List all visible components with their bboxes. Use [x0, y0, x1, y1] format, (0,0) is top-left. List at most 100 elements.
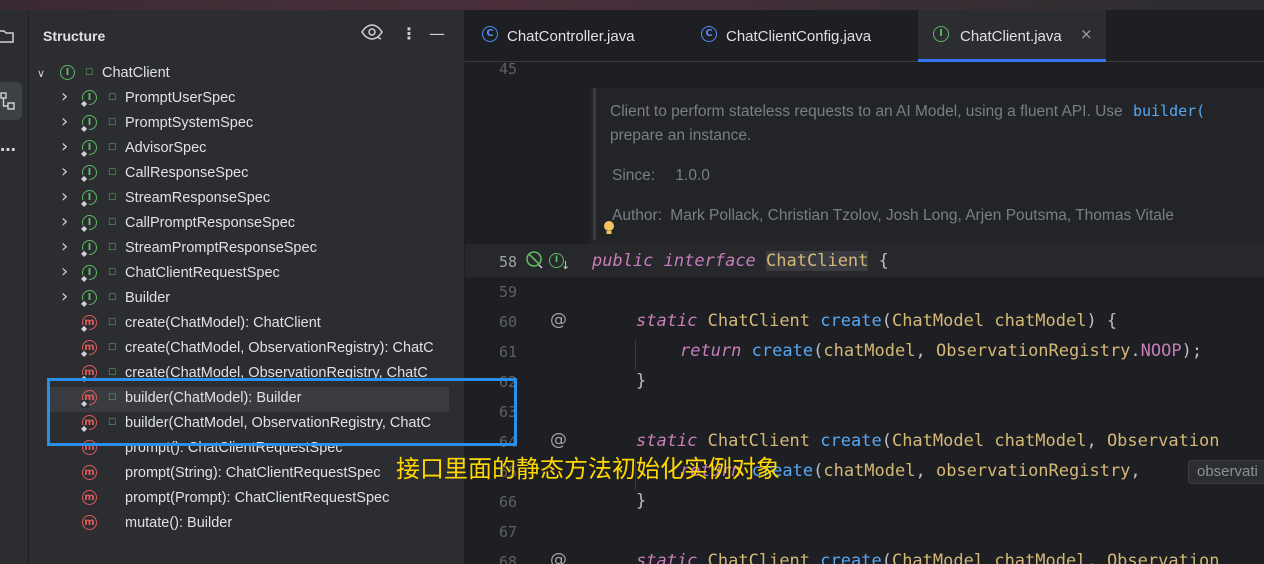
- chevron-right-icon[interactable]: ›: [61, 286, 68, 307]
- tree-item-method[interactable]: m ◆ ☐ create(ChatModel, ObservationRegistry…: [29, 337, 464, 362]
- tree-item-interface[interactable]: › I ◆ ☐ PromptSystemSpec: [29, 111, 464, 137]
- annotation-gutter-icon[interactable]: @: [550, 310, 567, 330]
- tab-chatclientconfig[interactable]: C ChatClientConfig.java: [687, 10, 918, 61]
- more-vertical-icon[interactable]: ⋮: [401, 24, 417, 43]
- no-implementations-icon[interactable]: [525, 250, 545, 274]
- tree-item-interface[interactable]: › I ◆ ☐ PromptUserSpec: [29, 86, 464, 112]
- line-number: 66: [498, 493, 517, 511]
- chevron-right-icon[interactable]: ›: [61, 186, 68, 207]
- javadoc-text: Client to perform stateless requests to …: [610, 103, 1123, 120]
- tree-item-interface[interactable]: › I ◆ ☐ StreamResponseSpec: [29, 186, 464, 212]
- chevron-right-icon[interactable]: ›: [61, 136, 68, 157]
- tree-item-interface[interactable]: › I ◆ ☐ CallResponseSpec: [29, 161, 464, 187]
- return-type: ChatClient: [707, 551, 811, 564]
- author-value: Mark Pollack, Christian Tzolov, Josh Lon…: [670, 207, 1174, 224]
- code-line-61: return create(chatModel, ObservationRegi…: [680, 341, 1202, 361]
- keyword: return: [680, 341, 742, 361]
- tree-item-label: mutate(): Builder: [125, 515, 233, 531]
- annotation-gutter-icon[interactable]: @: [550, 550, 567, 564]
- structure-icon[interactable]: [0, 92, 16, 113]
- since-value: 1.0.0: [675, 167, 710, 184]
- tree-item-label: Builder: [125, 290, 171, 306]
- editor-tabs: C ChatController.java C ChatClientConfig…: [465, 10, 1264, 62]
- static-marker-icon: ◆: [81, 124, 89, 133]
- paren: );: [1181, 341, 1203, 361]
- method-name: create: [820, 431, 882, 451]
- tree-item-interface[interactable]: › I ◆ ☐ ChatClientRequestSpec: [29, 261, 464, 287]
- static-marker-icon: ◆: [81, 249, 89, 258]
- static-marker-icon: ◆: [81, 324, 89, 333]
- code-line-68: static ChatClient create(ChatModel chatM…: [636, 551, 1220, 564]
- chevron-right-icon[interactable]: ›: [61, 86, 68, 107]
- public-access-icon: ☐: [108, 118, 117, 128]
- tree-item-method[interactable]: m mutate(): Builder: [29, 512, 464, 537]
- public-access-icon: ☐: [108, 143, 117, 153]
- author-label: Author:: [612, 207, 662, 224]
- argument: observationRegistry: [935, 461, 1131, 481]
- line-number: 45: [498, 60, 517, 78]
- param-type: Observation: [1106, 551, 1220, 564]
- tab-chatclient[interactable]: I ChatClient.java ×: [918, 10, 1106, 62]
- tree-item-label: prompt(Prompt): ChatClientRequestSpec: [125, 490, 390, 506]
- line-number: 61: [498, 343, 517, 361]
- chevron-right-icon[interactable]: ›: [61, 111, 68, 132]
- more-horizontal-icon[interactable]: ⋯: [0, 142, 16, 158]
- tree-item-method[interactable]: m prompt(Prompt): ChatClientRequestSpec: [29, 487, 464, 512]
- static-marker-icon: ◆: [81, 199, 89, 208]
- param-name: chatModel: [994, 551, 1087, 564]
- minimize-icon[interactable]: —: [429, 24, 445, 43]
- comma: ,: [1086, 431, 1107, 451]
- window-top-strip: [0, 0, 1264, 10]
- method-icon: m: [82, 465, 97, 480]
- public-access-icon: ☐: [108, 343, 117, 353]
- javadoc-line-2: prepare an instance.: [610, 127, 752, 144]
- tab-label: ChatClientConfig.java: [726, 28, 872, 45]
- comma: ,: [1086, 551, 1107, 564]
- interface-icon: I: [933, 26, 949, 42]
- tree-item-method[interactable]: m ◆ ☐ create(ChatModel): ChatClient: [29, 312, 464, 337]
- tree-item-interface[interactable]: › I ◆ ☐ CallPromptResponseSpec: [29, 211, 464, 237]
- public-access-icon: ☐: [108, 193, 117, 203]
- tab-chatcontroller[interactable]: C ChatController.java: [465, 10, 687, 61]
- eye-icon[interactable]: [361, 24, 383, 44]
- chevron-right-icon[interactable]: ›: [61, 211, 68, 232]
- line-number: 60: [498, 313, 517, 331]
- public-access-icon: ☐: [108, 268, 117, 278]
- tree-item-label: PromptSystemSpec: [125, 115, 254, 131]
- tree-root[interactable]: ∨ I ☐ ChatClient: [29, 62, 464, 87]
- constant: NOOP: [1140, 341, 1182, 361]
- param-type: ChatModel: [891, 431, 985, 451]
- method-icon: m: [82, 515, 97, 530]
- tree-item-interface[interactable]: › I ◆ ☐ AdvisorSpec: [29, 136, 464, 162]
- tool-window-strip: ⋯: [0, 10, 29, 564]
- folder-icon[interactable]: [0, 28, 14, 47]
- paren: (: [881, 551, 892, 564]
- tree-item-interface[interactable]: › I ◆ ☐ StreamPromptResponseSpec: [29, 236, 464, 262]
- param-name: chatModel: [994, 311, 1087, 331]
- close-icon[interactable]: ×: [1080, 25, 1093, 43]
- chevron-right-icon[interactable]: ›: [61, 236, 68, 257]
- chevron-right-icon[interactable]: ›: [61, 261, 68, 282]
- tree-item-label: prompt(String): ChatClientRequestSpec: [125, 465, 381, 481]
- static-marker-icon: ◆: [81, 149, 89, 158]
- chevron-down-icon[interactable]: ∨: [37, 67, 45, 80]
- keyword: static: [636, 311, 698, 331]
- public-access-icon: ☐: [108, 168, 117, 178]
- javadoc-line-1: Client to perform stateless requests to …: [610, 102, 1205, 121]
- line-number: 59: [498, 283, 517, 301]
- method-name: create: [820, 311, 882, 331]
- tree-item-label: StreamResponseSpec: [125, 190, 271, 206]
- tree-item-interface[interactable]: › I ◆ ☐ Builder: [29, 286, 464, 312]
- public-access-icon: ☐: [108, 218, 117, 228]
- code-line-66: }: [636, 491, 647, 511]
- lightbulb-icon[interactable]: [603, 220, 615, 240]
- class-ref: ObservationRegistry: [935, 341, 1131, 361]
- tree-item-label: create(ChatModel, ObservationRegistry): …: [125, 340, 434, 356]
- chevron-right-icon[interactable]: ›: [61, 161, 68, 182]
- javadoc-code-link[interactable]: builder(: [1133, 102, 1205, 120]
- static-marker-icon: ◆: [81, 274, 89, 283]
- method-call: create: [751, 341, 814, 361]
- annotation-highlight-box: [47, 378, 517, 446]
- public-access-icon: ☐: [85, 68, 94, 78]
- annotation-gutter-icon[interactable]: @: [550, 430, 567, 450]
